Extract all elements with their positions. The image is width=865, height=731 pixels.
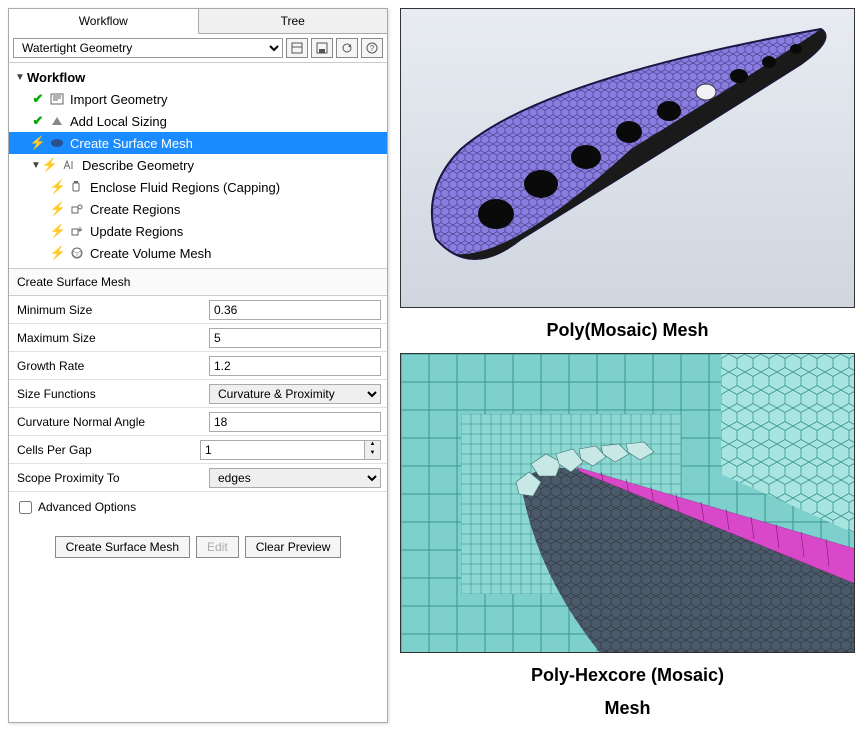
tree-item-label: Update Regions: [90, 224, 183, 239]
tree-item-label: Create Volume Mesh: [90, 246, 211, 261]
tree-item-label: Enclose Fluid Regions (Capping): [90, 180, 280, 195]
surface-mesh-form: Minimum Size Maximum Size Growth Rate Si…: [9, 296, 387, 522]
poly-hexcore-mesh-illustration: [401, 354, 855, 653]
tree-root-label: Workflow: [27, 70, 85, 85]
spinner-down-icon[interactable]: ▼: [365, 450, 380, 459]
describe-geometry-icon: [61, 158, 77, 172]
tab-workflow[interactable]: Workflow: [9, 9, 199, 34]
poly-mosaic-mesh-illustration: [401, 9, 855, 308]
input-growth-rate[interactable]: [209, 356, 381, 376]
bolt-icon: ⚡: [51, 223, 65, 239]
svg-text:?: ?: [370, 44, 375, 53]
input-maximum-size[interactable]: [209, 328, 381, 348]
volume-mesh-icon: [69, 246, 85, 260]
create-surface-mesh-button[interactable]: Create Surface Mesh: [55, 536, 190, 558]
tab-tree[interactable]: Tree: [199, 9, 388, 33]
tree-item-label: Describe Geometry: [82, 158, 194, 173]
checkbox-advanced-options[interactable]: [19, 501, 32, 514]
import-geometry-icon: [49, 92, 65, 106]
bolt-icon: ⚡: [31, 135, 45, 151]
workflow-tree: ▼ Workflow ✔ Import Geometry ✔ Add Local…: [9, 63, 387, 268]
tree-item-label: Create Regions: [90, 202, 180, 217]
disclosure-icon: ▼: [15, 72, 25, 83]
label-advanced-options: Advanced Options: [38, 500, 136, 514]
check-icon: ✔: [31, 91, 45, 107]
bolt-icon: ⚡: [43, 157, 57, 173]
label-scope-proximity: Scope Proximity To: [9, 471, 209, 485]
label-minimum-size: Minimum Size: [9, 303, 209, 317]
workflow-selector-row: Watertight Geometry ?: [9, 34, 387, 63]
refresh-icon[interactable]: [336, 38, 358, 58]
update-regions-icon: [69, 224, 85, 238]
panel-tabs: Workflow Tree: [9, 9, 387, 34]
label-cells-per-gap: Cells Per Gap: [9, 443, 200, 457]
bolt-icon: ⚡: [51, 245, 65, 261]
workflow-type-select[interactable]: Watertight Geometry: [13, 38, 283, 58]
disclosure-icon: ▼: [31, 160, 41, 171]
input-curvature-angle[interactable]: [209, 412, 381, 432]
help-icon[interactable]: ?: [361, 38, 383, 58]
spinner-up-icon[interactable]: ▲: [365, 441, 380, 450]
bolt-icon: ⚡: [51, 201, 65, 217]
caption-poly-hexcore-line1: Poly-Hexcore (Mosaic): [400, 661, 855, 690]
local-sizing-icon: [49, 114, 65, 128]
tree-item-label: Add Local Sizing: [70, 114, 167, 129]
layout-icon[interactable]: [286, 38, 308, 58]
tree-item-label: Import Geometry: [70, 92, 168, 107]
tree-item-add-local-sizing[interactable]: ✔ Add Local Sizing: [9, 110, 387, 132]
tree-item-import-geometry[interactable]: ✔ Import Geometry: [9, 88, 387, 110]
tree-item-create-surface-mesh[interactable]: ⚡ Create Surface Mesh: [9, 132, 387, 154]
workflow-panel: Workflow Tree Watertight Geometry ? ▼: [8, 8, 388, 723]
label-size-functions: Size Functions: [9, 387, 209, 401]
select-size-functions[interactable]: Curvature & Proximity: [209, 384, 381, 404]
select-scope-proximity[interactable]: edges: [209, 468, 381, 488]
input-cells-per-gap[interactable]: [200, 440, 365, 460]
tree-item-create-regions[interactable]: ⚡ Create Regions: [9, 198, 387, 220]
edit-button[interactable]: Edit: [196, 536, 239, 558]
poly-hexcore-viewport[interactable]: [400, 353, 855, 653]
action-button-row: Create Surface Mesh Edit Clear Preview: [9, 522, 387, 572]
input-minimum-size[interactable]: [209, 300, 381, 320]
caption-poly-mosaic: Poly(Mosaic) Mesh: [400, 316, 855, 345]
form-title: Create Surface Mesh: [9, 268, 387, 296]
tree-item-enclose-fluid-regions[interactable]: ⚡ Enclose Fluid Regions (Capping): [9, 176, 387, 198]
preview-column: Poly(Mosaic) Mesh: [400, 8, 855, 723]
bolt-icon: ⚡: [51, 179, 65, 195]
tree-item-update-regions[interactable]: ⚡ Update Regions: [9, 220, 387, 242]
poly-mosaic-viewport[interactable]: [400, 8, 855, 308]
tree-root[interactable]: ▼ Workflow: [9, 67, 387, 88]
tree-item-create-volume-mesh[interactable]: ⚡ Create Volume Mesh: [9, 242, 387, 264]
tree-item-describe-geometry[interactable]: ▼ ⚡ Describe Geometry: [9, 154, 387, 176]
enclose-regions-icon: [69, 180, 85, 194]
surface-mesh-icon: [49, 136, 65, 150]
label-maximum-size: Maximum Size: [9, 331, 209, 345]
create-regions-icon: [69, 202, 85, 216]
caption-poly-hexcore-line2: Mesh: [400, 698, 855, 723]
clear-preview-button[interactable]: Clear Preview: [245, 536, 342, 558]
check-icon: ✔: [31, 113, 45, 129]
tree-item-label: Create Surface Mesh: [70, 136, 193, 151]
label-growth-rate: Growth Rate: [9, 359, 209, 373]
label-curvature-angle: Curvature Normal Angle: [9, 415, 209, 429]
save-icon[interactable]: [311, 38, 333, 58]
